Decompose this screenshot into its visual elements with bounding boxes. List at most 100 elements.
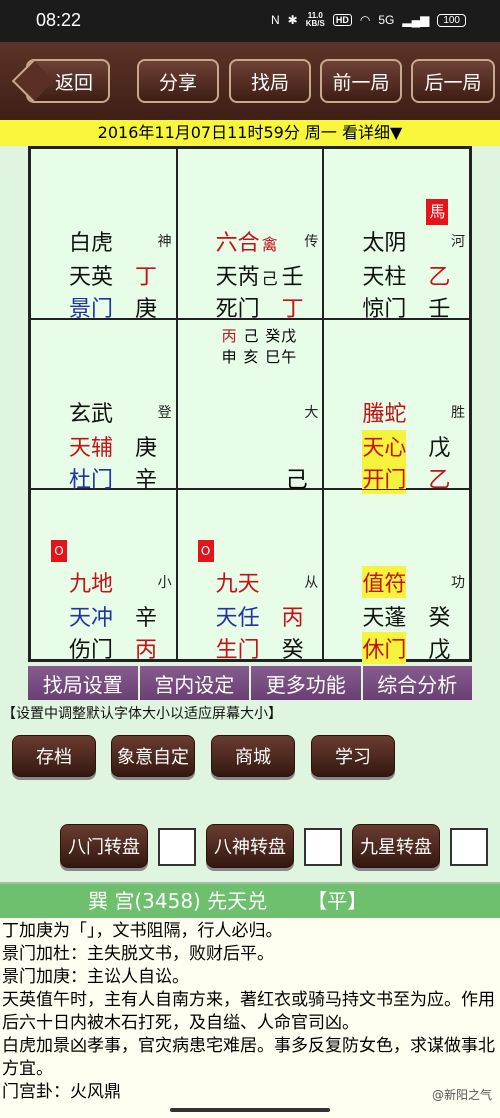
star-label: 天心 [362,429,407,462]
palace-cell-xun[interactable]: 白虎 神 天英丁 景门庚 [30,148,177,322]
description-line: 景门加杜：主失脱文书，败财后平。 [2,944,274,964]
palace-cell-qian[interactable]: 值符 功 天蓬癸 休门戊 [323,489,470,665]
tab-find-settings[interactable]: 找局设置 [28,666,138,700]
side-label: 功 [451,575,465,592]
side-label: 河 [451,234,465,250]
find-chart-button[interactable]: 找局 [229,59,311,103]
palace-cell-kun[interactable]: 馬 太阴 河 天柱乙 惊门壬 [323,148,470,322]
hd-badge: HD [332,14,352,26]
back-button[interactable]: 返回 [11,59,110,103]
description-line: 景门加庚：主讼人自讼。 [2,967,189,987]
side-label: 小 [157,575,172,592]
center-stems-line1: 己 癸戊 [243,326,298,345]
nfc-icon: N [270,13,280,27]
god-rotation-checkbox[interactable] [304,828,342,866]
description-line: 门宫卦：火风鼎 [2,1082,121,1102]
top-toolbar: 返回 分享 找局 前一局 后一局 [0,42,500,120]
side-label: 神 [157,234,172,250]
star-stem: 壬 [281,265,304,290]
star-label: 天任 [215,606,260,632]
signal-5g: 5G [378,13,395,27]
horse-star-badge: 馬 [426,199,449,225]
font-size-hint: 【设置中调整默认字体大小以适应屏幕大小】 [2,706,282,722]
nine-palace-grid: 白虎 神 天英丁 景门庚 六合禽 传 天芮己壬 死门丁 馬 太阴 河 天柱乙 惊… [28,146,472,665]
door-label: 伤门 [69,638,114,664]
star-label: 天冲 [69,606,114,632]
star-stem: 乙 [428,265,451,290]
god-label: 螣蛇 [362,401,407,427]
side-label: 登 [157,404,172,421]
palace-cell-li[interactable]: 六合禽 传 天芮己壬 死门丁 [176,148,324,322]
center-branches: 申 亥 巳午 [221,347,298,366]
star-label: 天辅 [69,435,114,461]
door-rotation-button[interactable]: 八门转盘 [60,824,148,868]
void-marker: O [51,540,67,563]
gesture-bar[interactable] [170,1108,330,1112]
palace-title: 巽 宫(3458) 先天兑 [88,889,268,913]
status-bar: 08:22 N ✱ 11.0 KB/S HD ◠ 5G ▂▄▆ 100 [0,0,500,42]
wifi-icon: ◠ [359,13,371,27]
star-suffix: 己 [261,269,278,288]
palace-cell-gen[interactable]: O 九地 小 天冲辛 伤门丙 [30,489,177,663]
palace-cell-kan[interactable]: O 九天 从 天任丙 生门癸 [176,489,324,663]
side-label: 胜 [451,404,465,421]
star-stem: 辛 [135,606,158,632]
god-label: 白虎 [69,231,114,256]
god-label: 值符 [362,566,407,599]
palace-rating: 【平】 [307,889,368,913]
god-label: 九天 [215,572,260,598]
palace-cell-center[interactable]: 丙 己 癸戊 申 亥 巳午 大 己 [176,318,324,493]
custom-meaning-button[interactable]: 象意自定 [111,735,195,777]
door-label: 休门 [362,632,407,665]
god-label: 太阴 [362,231,407,256]
god-suffix: 禽 [261,235,278,254]
net-speed: 11.0 KB/S [305,11,325,28]
description-line: 天英值午时，主有人自南方来，著红衣或骑马持文书至为应。作用后六十日内被木石打死，… [2,990,495,1033]
star-stem: 戊 [428,435,451,461]
door-stem: 癸 [281,638,304,664]
description-line: 丁加庚为「」，文书阻隔，行人必归。 [2,921,283,941]
side-label: 大 [304,404,319,421]
god-rotation-button[interactable]: 八神转盘 [206,824,294,868]
watermark: @新阳之气 [431,1088,492,1102]
star-stem: 丁 [135,265,158,290]
door-stem: 戊 [428,638,451,664]
function-tabs: 找局设置 宫内设定 更多功能 综合分析 [28,666,472,700]
star-label: 天柱 [362,265,407,290]
star-rotation-button[interactable]: 九星转盘 [352,824,440,868]
door-label: 生门 [215,638,260,664]
chart-datetime-bar[interactable]: 2016年11月07日11时59分 周一 看详细▼ [0,120,500,146]
center-stem-red: 丙 [221,326,238,345]
next-chart-button[interactable]: 后一局 [411,59,495,103]
learn-button[interactable]: 学习 [311,735,395,777]
star-stem: 庚 [135,435,158,461]
battery-indicator: 100 [437,13,466,27]
star-rotation-checkbox[interactable] [450,828,488,866]
prev-chart-button[interactable]: 前一局 [320,59,402,103]
side-label: 从 [304,575,319,592]
door-rotation-checkbox[interactable] [158,828,196,866]
palace-cell-dui[interactable]: 螣蛇 胜 天心戊 开门乙 [323,318,470,494]
door-stem: 丙 [135,638,158,664]
god-label: 六合禽 [215,231,278,256]
star-stem: 癸 [428,606,451,632]
tab-analysis[interactable]: 综合分析 [362,666,472,700]
bluetooth-icon: ✱ [287,13,298,27]
archive-button[interactable]: 存档 [12,735,96,777]
god-label: 九地 [69,572,114,598]
star-label: 天芮己 [215,265,278,290]
star-label: 天蓬 [362,606,407,632]
mall-button[interactable]: 商城 [211,735,295,777]
tab-more-functions[interactable]: 更多功能 [251,666,361,700]
back-arrow-icon [11,59,55,103]
star-stem: 丙 [281,606,304,632]
void-marker: O [197,540,214,563]
palace-info-bar: 巽 宫(3458) 先天兑 【平】 [0,884,500,918]
palace-cell-zhen[interactable]: 玄武 登 天辅庚 杜门辛 [30,318,177,493]
signal-bars-icon: ▂▄▆ [402,13,430,27]
status-icons: N ✱ 11.0 KB/S HD ◠ 5G ▂▄▆ 100 [271,12,466,28]
share-button[interactable]: 分享 [137,59,219,103]
star-label: 天英 [69,265,114,290]
tab-palace-settings[interactable]: 宫内设定 [139,666,249,700]
center-stems: 丙 己 癸戊 申 亥 巳午 [222,326,298,368]
